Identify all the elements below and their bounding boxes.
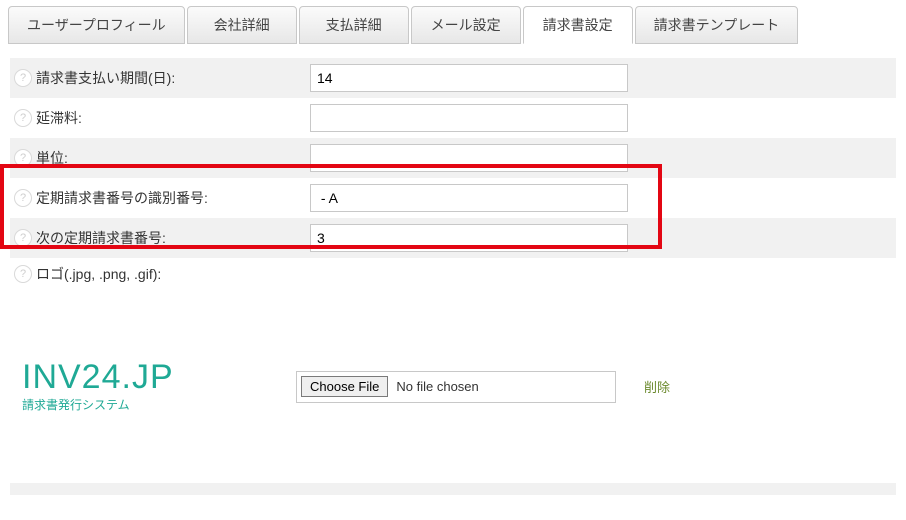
help-icon[interactable]: ? <box>14 149 32 167</box>
row-next-recurring: ? 次の定期請求書番号: <box>10 218 896 258</box>
bottom-bar <box>10 483 896 495</box>
logo-sub-text: 請求書発行システム <box>22 396 296 413</box>
invoice-settings-form: ? 請求書支払い期間(日): ? 延滞料: ? 単位: ? 定期請求書番号の識別… <box>0 44 906 290</box>
logo-main-text: INV24.JP <box>22 360 296 394</box>
tab-payment-details[interactable]: 支払詳細 <box>299 6 409 44</box>
help-icon[interactable]: ? <box>14 265 32 283</box>
help-icon[interactable]: ? <box>14 189 32 207</box>
label-late-fee: 延滞料: <box>36 108 310 128</box>
input-next-recurring[interactable] <box>310 224 628 252</box>
settings-tabs: ユーザープロフィール 会社詳細 支払詳細 メール設定 請求書設定 請求書テンプレ… <box>0 0 906 44</box>
input-recurring-id[interactable] <box>310 184 628 212</box>
delete-logo-link[interactable]: 削除 <box>644 377 670 396</box>
row-logo: ? ロゴ(.jpg, .png, .gif): <box>10 258 896 290</box>
file-status-text: No file chosen <box>396 379 478 394</box>
row-unit: ? 単位: <box>10 138 896 178</box>
label-unit: 単位: <box>36 148 310 168</box>
choose-file-button[interactable]: Choose File <box>301 376 388 397</box>
tab-invoice-settings[interactable]: 請求書設定 <box>523 6 633 44</box>
tab-user-profile[interactable]: ユーザープロフィール <box>8 6 185 44</box>
help-icon[interactable]: ? <box>14 69 32 87</box>
label-next-recurring: 次の定期請求書番号: <box>36 228 310 248</box>
help-icon[interactable]: ? <box>14 109 32 127</box>
logo-upload-section: INV24.JP 請求書発行システム Choose File No file c… <box>0 290 906 473</box>
row-recurring-id: ? 定期請求書番号の識別番号: <box>10 178 896 218</box>
logo-preview: INV24.JP 請求書発行システム <box>22 360 296 413</box>
label-logo: ロゴ(.jpg, .png, .gif): <box>36 264 310 284</box>
row-late-fee: ? 延滞料: <box>10 98 896 138</box>
tab-invoice-template[interactable]: 請求書テンプレート <box>635 6 799 44</box>
input-payment-period[interactable] <box>310 64 628 92</box>
input-late-fee[interactable] <box>310 104 628 132</box>
file-input-wrapper[interactable]: Choose File No file chosen <box>296 371 616 403</box>
label-payment-period: 請求書支払い期間(日): <box>36 68 310 88</box>
tab-mail-settings[interactable]: メール設定 <box>411 6 521 44</box>
help-icon[interactable]: ? <box>14 229 32 247</box>
input-unit[interactable] <box>310 144 628 172</box>
row-payment-period: ? 請求書支払い期間(日): <box>10 58 896 98</box>
label-recurring-id: 定期請求書番号の識別番号: <box>36 188 310 208</box>
tab-company-details[interactable]: 会社詳細 <box>187 6 297 44</box>
